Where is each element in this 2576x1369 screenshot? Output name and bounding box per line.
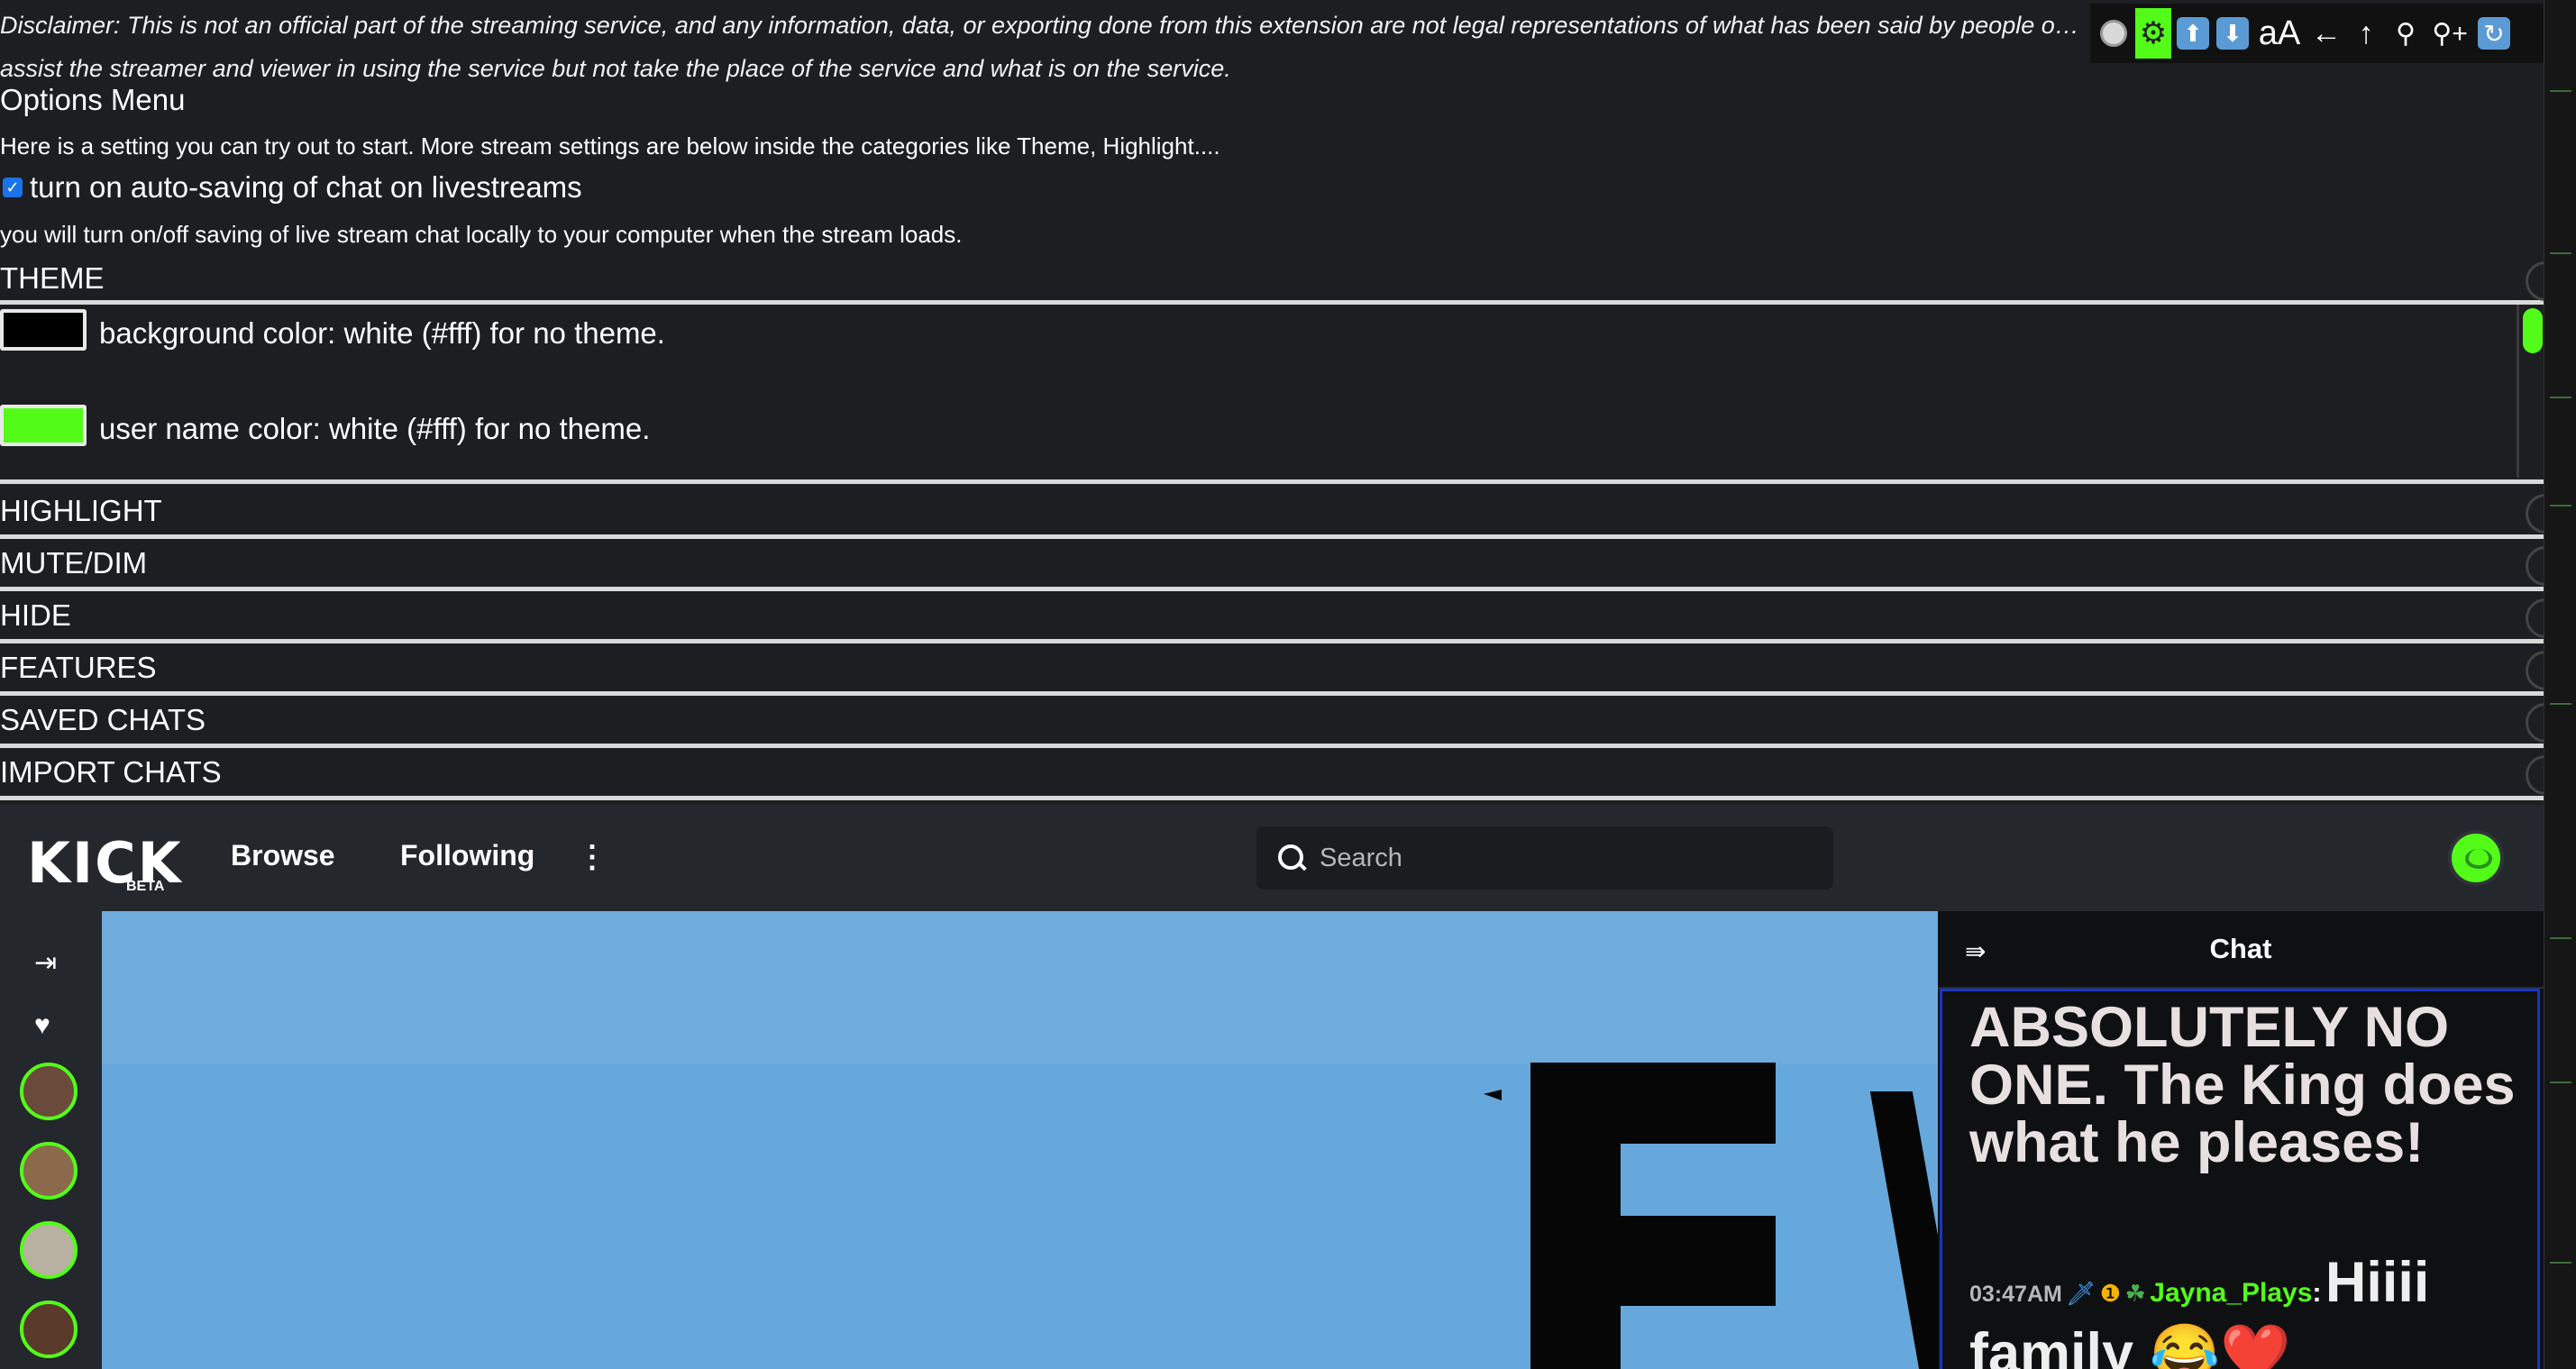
extension-toolbar: ⚙ ⬆ ⬇ aA ← ↑ ⚲ ⚲+ ↻	[2090, 4, 2553, 63]
intro-text: Here is a setting you can try out to sta…	[0, 132, 1220, 160]
section-features[interactable]: FEATURES	[0, 643, 2553, 696]
background-color-label: background color: white (#fff) for no th…	[99, 316, 665, 350]
section-mute-dim[interactable]: MUTE/DIM	[0, 539, 2553, 591]
nav-browse[interactable]: Browse	[231, 839, 335, 872]
username-color-picker[interactable]	[0, 405, 87, 446]
autosave-checkbox[interactable]: ✓	[3, 178, 23, 197]
section-highlight[interactable]: HIGHLIGHT	[0, 487, 2553, 539]
scroll-down-icon[interactable]: ⬇	[2215, 8, 2251, 59]
section-saved-chats[interactable]: SAVED CHATS	[0, 696, 2553, 748]
heart-icon[interactable]: ♥	[34, 1010, 50, 1041]
message-text: Hiiii family 😂❤️	[1969, 1251, 2430, 1369]
nav-following[interactable]: Following	[400, 839, 534, 872]
expand-sidebar-icon[interactable]: ⇥	[34, 947, 57, 979]
section-hide[interactable]: HIDE	[0, 591, 2553, 643]
left-sidebar: ⇥ ♥	[0, 911, 102, 1369]
chat-messages[interactable]: ABSOLUTELY NO ONE. The King does what he…	[1940, 989, 2540, 1369]
chat-title: Chat	[2209, 933, 2272, 964]
chat-username[interactable]: Jayna_Plays	[2150, 1278, 2312, 1308]
username-color-label: user name color: white (#fff) for no the…	[99, 412, 651, 445]
background-color-picker[interactable]	[0, 309, 87, 351]
search-icon	[1276, 843, 1307, 873]
section-theme[interactable]: THEME	[0, 258, 2553, 305]
subscriber-badge-icon: ❶	[2099, 1280, 2122, 1307]
followed-channel-avatar[interactable]	[20, 1063, 78, 1120]
reload-icon[interactable]: ↻	[2476, 8, 2512, 59]
divider	[0, 479, 2544, 484]
back-arrow-icon[interactable]: ←	[2308, 8, 2344, 59]
page-edge-strip	[2544, 0, 2576, 1369]
record-circle-icon[interactable]	[2096, 8, 2132, 59]
section-mute-dim-label: MUTE/DIM	[0, 546, 148, 580]
video-shape	[1484, 1090, 1502, 1100]
section-theme-label: THEME	[0, 261, 105, 295]
section-saved-chats-label: SAVED CHATS	[0, 703, 206, 736]
chat-message: ABSOLUTELY NO ONE. The King does what he…	[1969, 996, 2516, 1174]
disclaimer-text: Disclaimer: This is not an official part…	[0, 12, 2079, 82]
scroll-up-icon[interactable]: ⬆	[2175, 8, 2211, 59]
video-sky	[102, 911, 1938, 1064]
message-timestamp: 03:47AM	[1969, 1282, 2062, 1307]
section-import-chats[interactable]: IMPORT CHATS	[0, 748, 2553, 800]
user-avatar[interactable]	[2448, 830, 2504, 886]
kick-site: KICK BETA Browse Following ⋮ ⇥ ♥ Chat ⇛ …	[0, 805, 2544, 1369]
autosave-description: you will turn on/off saving of live stre…	[0, 221, 963, 248]
video-letter-shape	[1869, 1091, 1938, 1369]
sword-badge-icon: 🗡	[2066, 1280, 2096, 1307]
section-hide-label: HIDE	[0, 598, 71, 632]
video-player[interactable]	[102, 911, 1938, 1369]
options-panel: Disclaimer: This is not an official part…	[0, 0, 2553, 805]
zoom-in-icon[interactable]: ⚲+	[2427, 8, 2472, 59]
section-import-chats-label: IMPORT CHATS	[0, 755, 222, 789]
zoom-out-icon[interactable]: ⚲	[2388, 8, 2424, 59]
top-navigation: KICK BETA Browse Following ⋮	[0, 805, 2544, 911]
font-size-icon[interactable]: aA	[2254, 8, 2305, 59]
autosave-setting[interactable]: ✓ turn on auto-saving of chat on livestr…	[0, 170, 582, 205]
more-menu-icon[interactable]: ⋮	[577, 839, 607, 875]
username-colon: :	[2312, 1278, 2322, 1308]
gear-icon[interactable]: ⚙	[2135, 8, 2171, 59]
scrollbar-thumb[interactable]	[2523, 308, 2543, 353]
followed-channel-avatar[interactable]	[20, 1221, 78, 1279]
followed-channel-avatar[interactable]	[20, 1142, 78, 1200]
chat-panel: Chat ⇛ ABSOLUTELY NO ONE. The King does …	[1938, 911, 2544, 1369]
clover-badge-icon: ☘	[2124, 1280, 2146, 1307]
video-letter-shape	[1530, 1063, 1776, 1369]
section-features-label: FEATURES	[0, 651, 157, 684]
followed-channel-avatar[interactable]	[20, 1301, 78, 1358]
theme-settings: background color: white (#fff) for no th…	[0, 304, 2544, 479]
section-highlight-label: HIGHLIGHT	[0, 494, 162, 527]
chat-message: 03:47AM 🗡 ❶ ☘ Jayna_Plays: Hiiii family …	[1969, 1255, 2528, 1369]
up-arrow-icon[interactable]: ↑	[2348, 8, 2384, 59]
options-menu-title: Options Menu	[0, 83, 186, 116]
autosave-label: turn on auto-saving of chat on livestrea…	[30, 170, 582, 204]
theme-scrollbar[interactable]	[2517, 305, 2546, 478]
beta-badge: BETA	[126, 879, 165, 894]
search-box[interactable]	[1256, 826, 1833, 890]
collapse-chat-icon[interactable]: ⇛	[1965, 936, 1986, 966]
search-input[interactable]	[1318, 842, 1790, 874]
chat-header: Chat ⇛	[1938, 911, 2544, 989]
